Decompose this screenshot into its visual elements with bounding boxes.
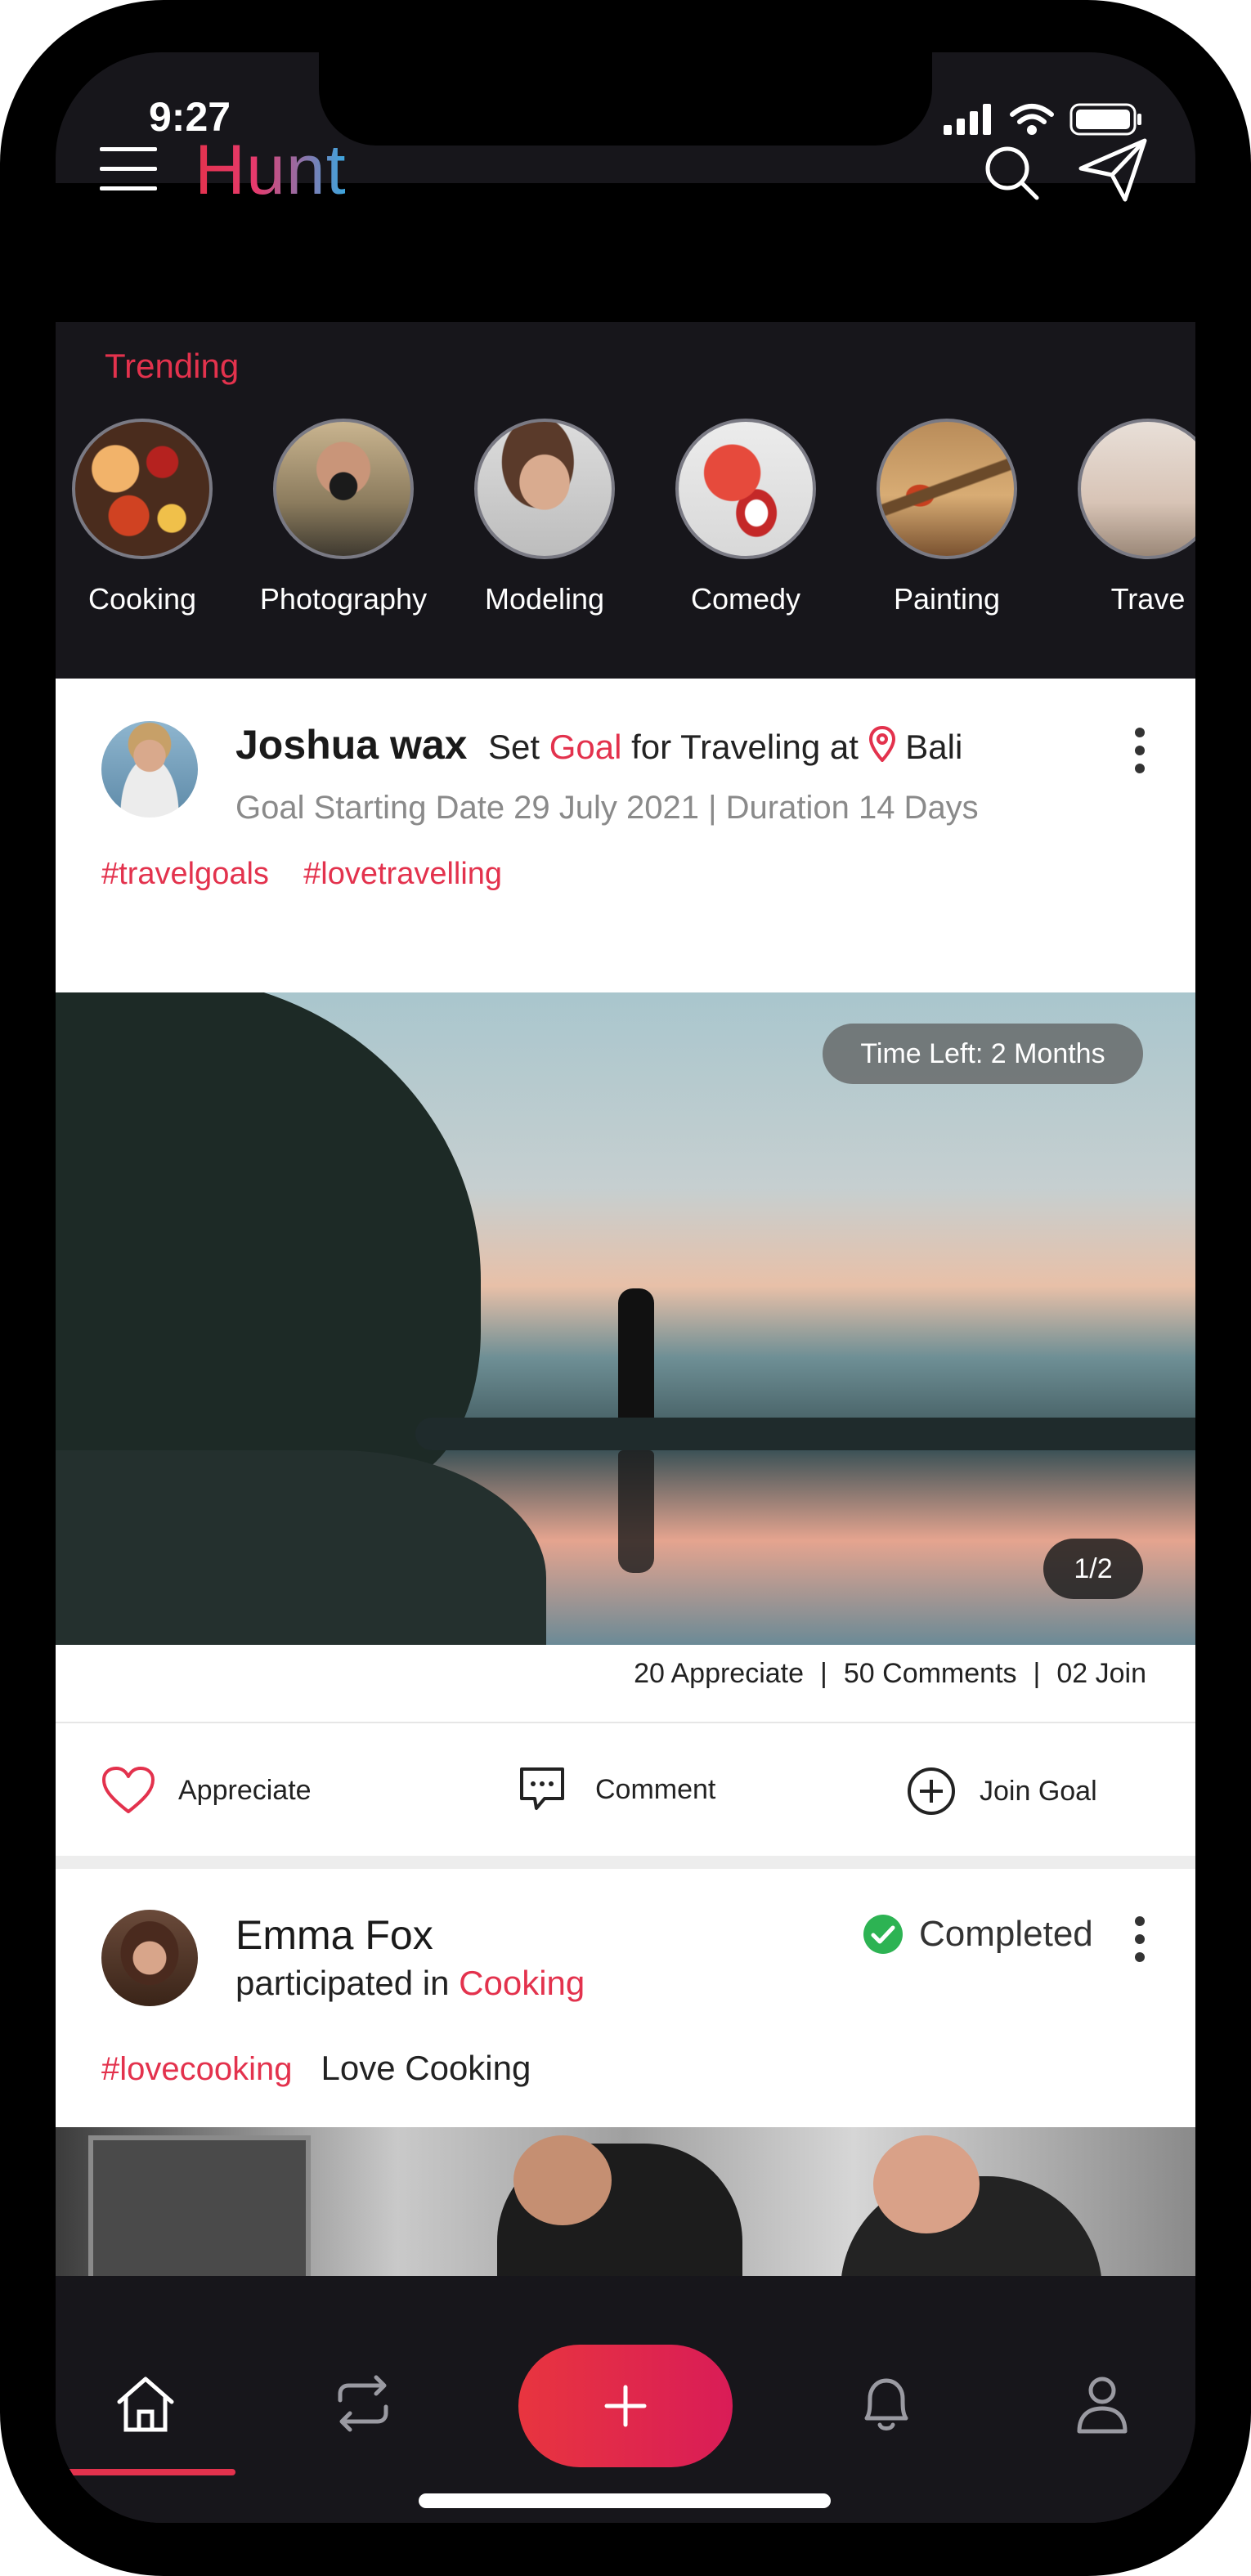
author-name[interactable]: Emma Fox: [235, 1911, 433, 1959]
participation-line: participated in Cooking: [235, 1964, 585, 2003]
join-goal-button[interactable]: Join Goal: [906, 1766, 1097, 1817]
hashtag-row: #travelgoals #lovetravelling: [101, 857, 502, 892]
action-suffix: for Traveling at: [631, 728, 859, 766]
active-tab-indicator: [56, 2469, 235, 2475]
post-header-line: Joshua wax Set Goal for Traveling at Bal…: [235, 721, 962, 768]
post-caption: Love Cooking: [321, 2049, 531, 2087]
goal-start-date: Goal Starting Date 29 July 2021 |: [235, 790, 717, 826]
location-pin-icon: [868, 725, 895, 763]
home-icon[interactable]: [113, 2371, 178, 2436]
image-counter: 1/2: [1043, 1539, 1143, 1599]
author-name[interactable]: Joshua wax: [235, 722, 467, 768]
menu-icon[interactable]: [100, 147, 157, 191]
check-circle-icon: [863, 1915, 903, 1954]
send-icon[interactable]: [1078, 137, 1148, 203]
add-icon: [604, 2385, 647, 2427]
comment-icon: [520, 1767, 564, 1810]
post-stats: 20 Appreciate | 50 Comments | 02 Join: [634, 1658, 1146, 1690]
trending-label: Comedy: [690, 582, 801, 616]
comments-count[interactable]: 50 Comments: [844, 1658, 1017, 1690]
hashtag[interactable]: #lovecooking: [101, 2051, 293, 2087]
wifi-icon: [1010, 104, 1054, 135]
trending-title: Trending: [105, 347, 240, 385]
participated-topic[interactable]: Cooking: [459, 1964, 585, 2002]
app-screen: 9:27 Hunt Trending Cooking Photography M…: [56, 52, 1195, 2523]
person-reflection: [618, 1450, 654, 1573]
app-logo: Hunt: [195, 131, 347, 209]
location-name[interactable]: Bali: [905, 728, 962, 766]
more-options-icon[interactable]: [1132, 1916, 1148, 1965]
participation-post-card: Emma Fox participated in Cooking Complet…: [56, 1869, 1195, 2332]
goal-dates: Goal Starting Date 29 July 2021 | Durati…: [235, 790, 979, 827]
profile-icon[interactable]: [1069, 2371, 1135, 2436]
join-goal-label: Join Goal: [980, 1775, 1097, 1807]
trending-item-painting[interactable]: Painting: [857, 419, 1037, 616]
home-indicator: [419, 2493, 831, 2508]
trending-label: Trave: [1110, 582, 1186, 616]
trending-section: Trending Cooking Photography Modeling Co…: [56, 322, 1195, 679]
cliff-silhouette: [56, 992, 481, 1483]
trending-label: Modeling: [484, 582, 605, 616]
trending-label: Cooking: [87, 582, 197, 616]
bottom-navigation: [56, 2276, 1195, 2523]
trending-item-travel[interactable]: Trave: [1058, 419, 1195, 616]
battery-icon: [1069, 103, 1141, 136]
shoreline: [415, 1418, 1195, 1450]
trending-travel-thumb: [1078, 419, 1195, 559]
chef-1-face: [513, 2135, 612, 2225]
trending-item-cooking[interactable]: Cooking: [56, 419, 232, 616]
hashtag[interactable]: #travelgoals: [101, 857, 269, 891]
trending-item-modeling[interactable]: Modeling: [455, 419, 634, 616]
trending-photography-thumb: [273, 419, 414, 559]
comment-button[interactable]: Comment: [518, 1766, 715, 1813]
author-avatar[interactable]: [101, 721, 198, 818]
appreciate-button[interactable]: Appreciate: [101, 1766, 312, 1815]
appreciate-count[interactable]: 20 Appreciate: [634, 1658, 804, 1690]
trending-label: Painting: [893, 582, 1001, 616]
goal-post-card: Joshua wax Set Goal for Traveling at Bal…: [56, 679, 1195, 1856]
goal-duration: Duration 14 Days: [725, 790, 979, 826]
stat-separator: |: [820, 1658, 827, 1689]
trending-modeling-thumb: [474, 419, 615, 559]
status-label: Completed: [919, 1914, 1093, 1954]
join-count[interactable]: 02 Join: [1056, 1658, 1146, 1690]
bell-icon[interactable]: [854, 2371, 919, 2436]
appreciate-label: Appreciate: [178, 1774, 312, 1806]
author-avatar[interactable]: [101, 1910, 198, 2006]
person-silhouette: [618, 1288, 654, 1427]
post-image[interactable]: Time Left: 2 Months 1/2: [56, 992, 1195, 1645]
chef-2-face: [873, 2135, 980, 2233]
stat-separator: |: [1033, 1658, 1041, 1689]
trending-cooking-thumb: [72, 419, 213, 559]
search-icon[interactable]: [983, 144, 1040, 201]
device-notch: [319, 52, 932, 146]
signal-icon: [944, 104, 991, 135]
phone-frame: 9:27 Hunt Trending Cooking Photography M…: [0, 0, 1251, 2576]
cliff-reflection: [56, 1450, 546, 1645]
divider: [56, 1722, 1195, 1723]
trending-label: Photography: [259, 582, 428, 616]
add-goal-button[interactable]: [518, 2345, 733, 2467]
heart-icon: [102, 1767, 155, 1813]
status-badge: Completed: [862, 1913, 1093, 1956]
plus-circle-icon: [908, 1767, 955, 1815]
trending-comedy-thumb: [675, 419, 816, 559]
hashtag-row: #lovecooking Love Cooking: [101, 2049, 531, 2088]
action-prefix: Set: [488, 728, 540, 766]
trending-item-photography[interactable]: Photography: [253, 419, 433, 616]
repost-icon[interactable]: [330, 2371, 396, 2436]
action-highlight: Goal: [549, 728, 622, 766]
time-left-badge: Time Left: 2 Months: [823, 1024, 1143, 1084]
more-options-icon[interactable]: [1132, 728, 1148, 777]
status-icons: [944, 103, 1143, 136]
trending-item-comedy[interactable]: Comedy: [656, 419, 836, 616]
post-separator: [56, 1856, 1195, 1869]
trending-painting-thumb: [877, 419, 1017, 559]
comment-label: Comment: [595, 1773, 716, 1805]
participated-prefix: participated in: [235, 1964, 450, 2002]
hashtag[interactable]: #lovetravelling: [303, 857, 502, 891]
